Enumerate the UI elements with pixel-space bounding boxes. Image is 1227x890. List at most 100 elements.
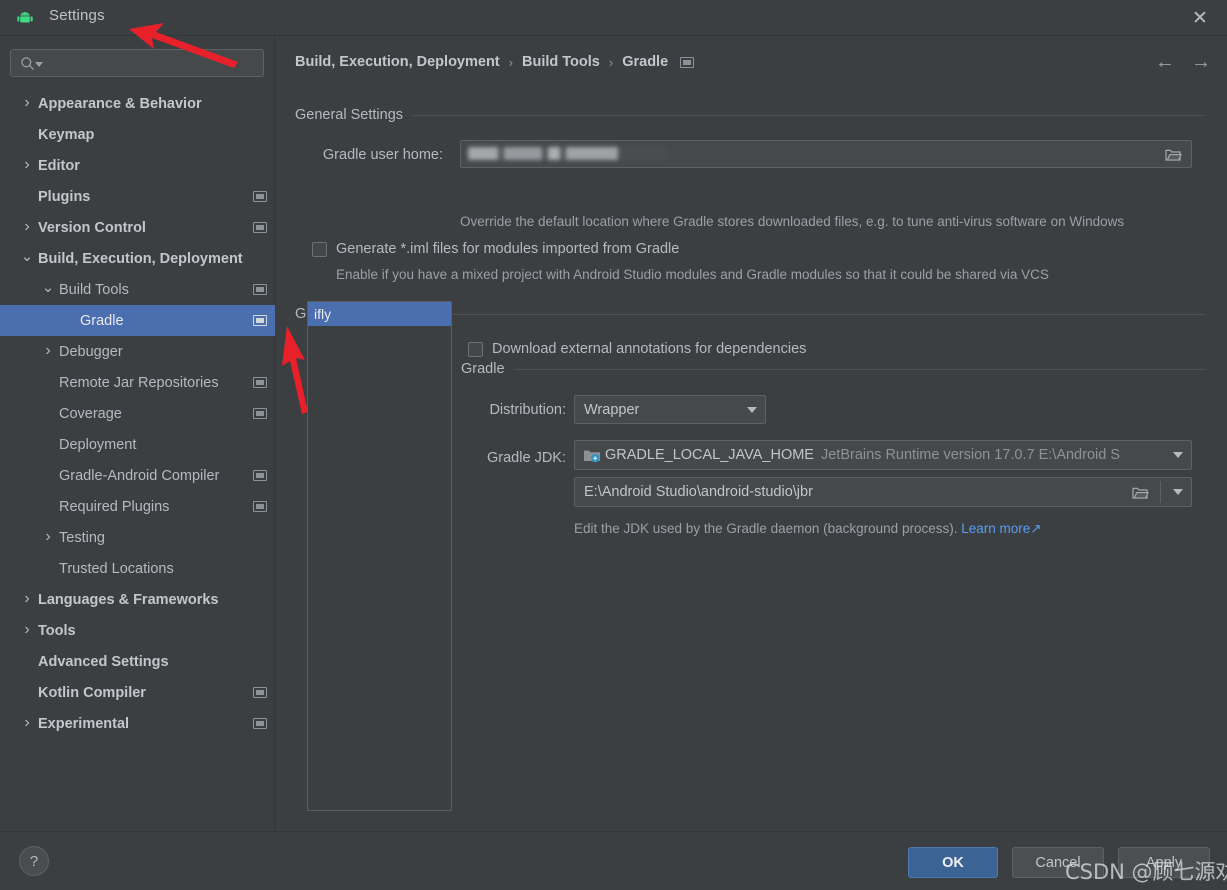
navigation-buttons: ← → xyxy=(1154,52,1212,72)
android-robot-icon xyxy=(17,11,33,25)
ok-button[interactable]: OK xyxy=(908,847,998,878)
gradle-jdk-path-field[interactable]: E:\Android Studio\android-studio\jbr xyxy=(574,477,1192,507)
sidebar-item-plugins[interactable]: Plugins xyxy=(0,181,275,212)
chevron-right-icon[interactable]: › xyxy=(41,529,55,545)
help-button[interactable]: ? xyxy=(19,846,49,876)
gradle-user-home-field[interactable] xyxy=(460,140,1192,168)
apply-button[interactable]: Apply xyxy=(1118,847,1210,878)
chevron-down-icon[interactable] xyxy=(1165,441,1191,469)
generate-iml-checkbox[interactable] xyxy=(312,242,327,257)
sidebar-item-version-control[interactable]: › Version Control xyxy=(0,212,275,243)
sidebar-item-label: Trusted Locations xyxy=(59,560,174,577)
title-bar: Settings ✕ xyxy=(0,0,1227,36)
sidebar-item-label: Experimental xyxy=(38,715,130,732)
settings-tree: › Appearance & Behavior Keymap › Editor Plugi… xyxy=(0,88,275,739)
list-item[interactable]: ifly xyxy=(308,302,451,326)
sidebar-item-scope-badge-icon[interactable] xyxy=(253,501,267,512)
breadcrumb: Build, Execution, Deployment › Build Too… xyxy=(295,54,695,70)
sidebar-item-experimental[interactable]: › Experimental xyxy=(0,708,275,739)
jdk-hint-row: Edit the JDK used by the Gradle daemon (… xyxy=(574,521,1042,537)
breadcrumb-scope-badge-icon[interactable] xyxy=(680,56,695,68)
download-annotations-label[interactable]: Download external annotations for depend… xyxy=(492,341,806,357)
sidebar-item-scope-badge-icon[interactable] xyxy=(253,408,267,419)
sidebar-item-scope-badge-icon[interactable] xyxy=(253,222,267,233)
folder-browse-icon[interactable] xyxy=(1165,148,1182,162)
sidebar-item-build-tools[interactable]: ⌄ Build Tools xyxy=(0,274,275,305)
chevron-right-icon[interactable]: › xyxy=(20,157,34,173)
dialog-footer: ? OK Cancel Apply xyxy=(0,831,1227,890)
sidebar-item-deployment[interactable]: Deployment xyxy=(0,429,275,460)
gradle-jdk-label: Gradle JDK: xyxy=(487,450,566,466)
sidebar-item-languages-frameworks[interactable]: › Languages & Frameworks xyxy=(0,584,275,615)
folder-browse-icon[interactable] xyxy=(1132,486,1149,500)
sidebar-item-advanced-settings[interactable]: Advanced Settings xyxy=(0,646,275,677)
chevron-right-icon[interactable]: › xyxy=(20,715,34,731)
sidebar-item-editor[interactable]: › Editor xyxy=(0,150,275,181)
search-box[interactable] xyxy=(10,49,264,77)
sidebar-item-scope-badge-icon[interactable] xyxy=(253,315,267,326)
general-settings-title: General Settings xyxy=(295,107,404,123)
gradle-jdk-detail: JetBrains Runtime version 17.0.7 E:\Andr… xyxy=(820,447,1120,463)
sidebar-item-gradle-android-compiler[interactable]: Gradle-Android Compiler xyxy=(0,460,275,491)
distribution-dropdown[interactable]: Wrapper xyxy=(574,395,766,424)
sidebar-item-label: Build Tools xyxy=(59,281,129,298)
nav-back-icon[interactable]: ← xyxy=(1154,52,1176,72)
gradle-projects-list[interactable]: ifly xyxy=(307,301,452,811)
group-divider xyxy=(514,368,1205,370)
gradle-subgroup-header: Gradle xyxy=(461,361,1205,377)
search-input[interactable] xyxy=(47,54,257,74)
sidebar-item-label: Gradle-Android Compiler xyxy=(59,467,220,484)
gradle-user-home-hint: Override the default location where Grad… xyxy=(460,214,1125,229)
sidebar-item-label: Deployment xyxy=(59,436,137,453)
sidebar-item-trusted-locations[interactable]: Trusted Locations xyxy=(0,553,275,584)
sidebar-item-scope-badge-icon[interactable] xyxy=(253,470,267,481)
chevron-down-icon[interactable]: ⌄ xyxy=(41,280,55,295)
gradle-jdk-dropdown[interactable]: GRADLE_LOCAL_JAVA_HOME JetBrains Runtime… xyxy=(574,440,1192,470)
chevron-right-icon[interactable]: › xyxy=(20,622,34,638)
sidebar-item-appearance-behavior[interactable]: › Appearance & Behavior xyxy=(0,88,275,119)
chevron-right-icon[interactable]: › xyxy=(20,95,34,111)
chevron-down-icon[interactable] xyxy=(739,396,765,423)
sidebar-item-remote-jar-repositories[interactable]: Remote Jar Repositories xyxy=(0,367,275,398)
sidebar-item-build-execution-deployment[interactable]: ⌄ Build, Execution, Deployment xyxy=(0,243,275,274)
breadcrumb-item-2[interactable]: Gradle xyxy=(622,54,668,70)
nav-forward-icon[interactable]: → xyxy=(1190,52,1212,72)
sidebar-item-coverage[interactable]: Coverage xyxy=(0,398,275,429)
sidebar-item-tools[interactable]: › Tools xyxy=(0,615,275,646)
learn-more-link[interactable]: Learn more xyxy=(961,521,1030,536)
chevron-down-icon[interactable] xyxy=(1165,478,1191,506)
generate-iml-hint: Enable if you have a mixed project with … xyxy=(336,267,1049,282)
generate-iml-label[interactable]: Generate *.iml files for modules importe… xyxy=(336,241,679,257)
sidebar-item-testing[interactable]: › Testing xyxy=(0,522,275,553)
chevron-right-icon[interactable]: › xyxy=(20,219,34,235)
sidebar-item-label: Coverage xyxy=(59,405,122,422)
chevron-right-icon[interactable]: › xyxy=(41,343,55,359)
distribution-label: Distribution: xyxy=(489,402,566,418)
sidebar-item-required-plugins[interactable]: Required Plugins xyxy=(0,491,275,522)
cancel-button[interactable]: Cancel xyxy=(1012,847,1104,878)
sidebar-item-gradle[interactable]: Gradle xyxy=(0,305,275,336)
sidebar-item-keymap[interactable]: Keymap xyxy=(0,119,275,150)
sidebar-item-debugger[interactable]: › Debugger xyxy=(0,336,275,367)
jdk-hint-text: Edit the JDK used by the Gradle daemon (… xyxy=(574,521,962,536)
chevron-right-icon[interactable]: › xyxy=(20,591,34,607)
settings-dialog: Settings ✕ › Appearance & Behavior Keymap ›… xyxy=(0,0,1227,890)
sidebar-item-label: Build, Execution, Deployment xyxy=(38,250,243,267)
sidebar-item-scope-badge-icon[interactable] xyxy=(253,191,267,202)
sidebar-item-kotlin-compiler[interactable]: Kotlin Compiler xyxy=(0,677,275,708)
general-settings-group-header: General Settings xyxy=(295,107,1205,123)
chevron-down-icon[interactable]: ⌄ xyxy=(20,249,34,264)
breadcrumb-item-0[interactable]: Build, Execution, Deployment xyxy=(295,54,500,70)
sidebar-item-scope-badge-icon[interactable] xyxy=(253,284,267,295)
gradle-jdk-value: GRADLE_LOCAL_JAVA_HOME xyxy=(605,447,814,463)
sidebar-item-scope-badge-icon[interactable] xyxy=(253,377,267,388)
sidebar-item-scope-badge-icon[interactable] xyxy=(253,718,267,729)
search-filter-chevron-icon[interactable] xyxy=(35,62,43,67)
close-icon[interactable]: ✕ xyxy=(1187,6,1213,30)
breadcrumb-item-1[interactable]: Build Tools xyxy=(522,54,600,70)
download-annotations-checkbox[interactable] xyxy=(468,342,483,357)
settings-main-panel: Build, Execution, Deployment › Build Too… xyxy=(276,36,1227,831)
gradle-jdk-path: E:\Android Studio\android-studio\jbr xyxy=(584,484,813,500)
gradle-subgroup-title: Gradle xyxy=(461,361,505,377)
sidebar-item-scope-badge-icon[interactable] xyxy=(253,687,267,698)
